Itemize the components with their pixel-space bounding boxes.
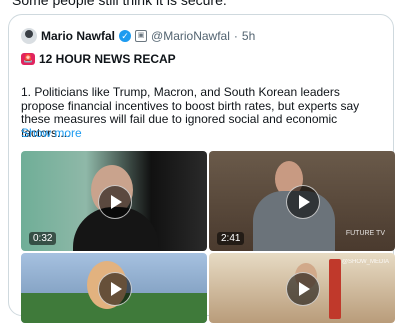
siren-icon: 🚨 [21,53,35,65]
video-thumbnail-2[interactable]: 2:41 FUTURE TV [209,151,395,251]
video-duration: 0:32 [29,232,57,245]
avatar[interactable] [21,28,37,44]
verified-icon: ✓ [119,30,132,42]
tweet-header: Mario Nawfal ✓ ▣ @MarioNawfal · 5h [21,27,255,45]
play-icon[interactable] [98,272,132,306]
video-thumbnail-3[interactable] [21,253,207,323]
channel-watermark: @SHOW_MEDIA [341,259,389,265]
separator: · [233,29,238,43]
show-more-link[interactable]: Show more [21,126,82,140]
affiliate-badge-icon: ▣ [135,30,148,42]
video-thumbnail-4[interactable]: @SHOW_MEDIA [209,253,395,323]
quoted-tweet-card[interactable]: Mario Nawfal ✓ ▣ @MarioNawfal · 5h 🚨 12 … [8,14,395,323]
preceding-tweet-text: Some people still think it is secure. [12,0,227,8]
channel-watermark: FUTURE TV [345,230,385,237]
flag-decoration [329,259,341,319]
video-duration: 2:41 [217,232,245,245]
play-icon[interactable] [98,185,132,219]
video-thumbnail-1[interactable]: 0:32 [21,151,207,251]
play-icon[interactable] [286,185,320,219]
author-name[interactable]: Mario Nawfal [41,29,115,43]
headline: 🚨 12 HOUR NEWS RECAP [21,52,176,66]
author-handle[interactable]: @MarioNawfal [151,29,230,43]
play-icon[interactable] [286,272,320,306]
timestamp[interactable]: 5h [242,29,255,43]
headline-text: 12 HOUR NEWS RECAP [39,52,176,66]
